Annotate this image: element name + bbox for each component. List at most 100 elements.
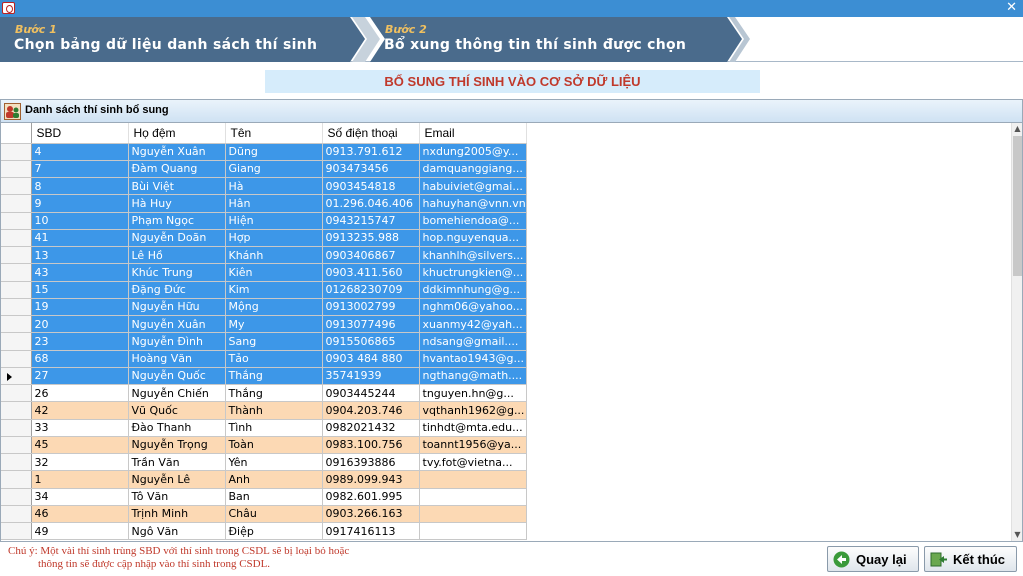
- table-row[interactable]: 34 Tô Văn Ban 0982.601.995: [1, 488, 527, 506]
- cell-sbd[interactable]: 43: [31, 263, 129, 282]
- cell-sbd[interactable]: 45: [31, 436, 129, 455]
- cell-sbd[interactable]: 23: [31, 332, 129, 351]
- cell-email[interactable]: nghm06@yahoo...: [419, 298, 527, 317]
- row-header[interactable]: [1, 298, 32, 317]
- cell-email[interactable]: [419, 522, 527, 541]
- table-row[interactable]: 9 Hà Huy Hân 01.296.046.406 hahuyhan@vnn.vn: [1, 194, 527, 213]
- cell-sbd[interactable]: 46: [31, 505, 129, 524]
- row-header[interactable]: [1, 160, 32, 179]
- cell-sbd[interactable]: 41: [31, 229, 129, 248]
- cell-ten[interactable]: Thắng: [225, 367, 323, 386]
- table-row[interactable]: 23 Nguyễn Đình Sang 0915506865 ndsang@gmail.…: [1, 332, 527, 351]
- table-row[interactable]: 10 Phạm Ngọc Hiện 0943215747 bomehiendoa@...: [1, 212, 527, 230]
- cell-phone[interactable]: 0903.411.560: [322, 263, 420, 282]
- row-header[interactable]: [1, 143, 32, 161]
- cell-email[interactable]: toannt1956@ya...: [419, 436, 527, 455]
- column-header-phone[interactable]: Số điện thoại: [322, 123, 420, 144]
- cell-phone[interactable]: 0913.791.612: [322, 143, 420, 161]
- cell-email[interactable]: ndsang@gmail....: [419, 332, 527, 351]
- scroll-down-icon[interactable]: ▼: [1012, 529, 1023, 541]
- scroll-up-icon[interactable]: ▲: [1012, 123, 1023, 135]
- cell-phone[interactable]: 0904.203.746: [322, 401, 420, 420]
- cell-sbd[interactable]: 10: [31, 212, 129, 230]
- cell-ten[interactable]: Thắng: [225, 384, 323, 403]
- cell-sbd[interactable]: 26: [31, 384, 129, 403]
- row-header[interactable]: [1, 350, 32, 368]
- cell-email[interactable]: [419, 505, 527, 524]
- scroll-thumb[interactable]: [1013, 136, 1022, 276]
- table-row[interactable]: 26 Nguyễn Chiến Thắng 0903445244 tnguyen.hn@…: [1, 384, 527, 403]
- cell-ten[interactable]: Dũng: [225, 143, 323, 161]
- cell-ho-dem[interactable]: Tô Văn: [128, 488, 226, 506]
- cell-ten[interactable]: Hiện: [225, 212, 323, 230]
- cell-sbd[interactable]: 34: [31, 488, 129, 506]
- cell-sbd[interactable]: 32: [31, 453, 129, 472]
- table-row[interactable]: 68 Hoàng Văn Tảo 0903 484 880 hvantao1943@g.…: [1, 350, 527, 368]
- cell-phone[interactable]: 35741939: [322, 367, 420, 386]
- table-row[interactable]: 46 Trịnh Minh Châu 0903.266.163: [1, 505, 527, 524]
- cell-ho-dem[interactable]: Nguyễn Trọng: [128, 436, 226, 455]
- cell-email[interactable]: nxdung2005@y...: [419, 143, 527, 161]
- cell-ten[interactable]: Hợp: [225, 229, 323, 248]
- column-header-email[interactable]: Email: [419, 123, 527, 144]
- row-header[interactable]: [1, 177, 32, 196]
- row-header[interactable]: [1, 315, 32, 334]
- cell-ho-dem[interactable]: Đào Thanh: [128, 419, 226, 437]
- cell-phone[interactable]: 0983.100.756: [322, 436, 420, 455]
- vertical-scrollbar[interactable]: ▲ ▼: [1011, 123, 1022, 541]
- cell-phone[interactable]: 0913235.988: [322, 229, 420, 248]
- cell-email[interactable]: tnguyen.hn@g...: [419, 384, 527, 403]
- cell-ten[interactable]: My: [225, 315, 323, 334]
- cell-ho-dem[interactable]: Nguyễn Đình: [128, 332, 226, 351]
- cell-sbd[interactable]: 15: [31, 281, 129, 299]
- cell-email[interactable]: [419, 488, 527, 506]
- cell-ho-dem[interactable]: Nguyễn Lê: [128, 470, 226, 489]
- finish-button[interactable]: Kết thúc: [924, 546, 1017, 572]
- table-row[interactable]: 43 Khúc Trung Kiên 0903.411.560 khuctrungkie…: [1, 263, 527, 282]
- cell-phone[interactable]: 0903.266.163: [322, 505, 420, 524]
- cell-ho-dem[interactable]: Bùi Việt: [128, 177, 226, 196]
- table-row[interactable]: 49 Ngô Văn Điệp 0917416113: [1, 522, 527, 541]
- cell-sbd[interactable]: 7: [31, 160, 129, 179]
- cell-ten[interactable]: Anh: [225, 470, 323, 489]
- cell-sbd[interactable]: 68: [31, 350, 129, 368]
- cell-email[interactable]: hvantao1943@g...: [419, 350, 527, 368]
- cell-phone[interactable]: 0913077496: [322, 315, 420, 334]
- data-grid[interactable]: SBD Họ đệm Tên Số điện thoại Email 4 Nguy…: [1, 123, 1011, 541]
- cell-ten[interactable]: Điệp: [225, 522, 323, 541]
- cell-phone[interactable]: 0903445244: [322, 384, 420, 403]
- cell-ten[interactable]: Ban: [225, 488, 323, 506]
- cell-sbd[interactable]: 33: [31, 419, 129, 437]
- cell-sbd[interactable]: 49: [31, 522, 129, 541]
- row-header[interactable]: [1, 384, 32, 403]
- cell-phone[interactable]: 0917416113: [322, 522, 420, 541]
- cell-phone[interactable]: 0982021432: [322, 419, 420, 437]
- row-header[interactable]: [1, 281, 32, 299]
- column-header-sbd[interactable]: SBD: [31, 123, 129, 144]
- cell-ho-dem[interactable]: Vũ Quốc: [128, 401, 226, 420]
- cell-email[interactable]: hahuyhan@vnn.vn: [419, 194, 527, 213]
- cell-email[interactable]: tinhdt@mta.edu...: [419, 419, 527, 437]
- cell-email[interactable]: khanhlh@silvers...: [419, 246, 527, 265]
- cell-phone[interactable]: 01268230709: [322, 281, 420, 299]
- cell-ho-dem[interactable]: Nguyễn Hữu: [128, 298, 226, 317]
- cell-ho-dem[interactable]: Nguyễn Xuân: [128, 143, 226, 161]
- cell-ten[interactable]: Yên: [225, 453, 323, 472]
- cell-phone[interactable]: 0982.601.995: [322, 488, 420, 506]
- table-row[interactable]: 33 Đào Thanh Tình 0982021432 tinhdt@mta.edu.…: [1, 419, 527, 437]
- cell-email[interactable]: damquanggiang...: [419, 160, 527, 179]
- current-row-indicator[interactable]: [1, 367, 32, 386]
- cell-ho-dem[interactable]: Đặng Đức: [128, 281, 226, 299]
- row-header[interactable]: [1, 246, 32, 265]
- cell-ho-dem[interactable]: Hà Huy: [128, 194, 226, 213]
- row-header[interactable]: [1, 436, 32, 455]
- cell-email[interactable]: bomehiendoa@...: [419, 212, 527, 230]
- table-row[interactable]: 4 Nguyễn Xuân Dũng 0913.791.612 nxdung2005@y…: [1, 143, 527, 161]
- cell-email[interactable]: habuiviet@gmai...: [419, 177, 527, 196]
- row-header[interactable]: [1, 470, 32, 489]
- table-row[interactable]: 13 Lê Hồ Khánh 0903406867 khanhlh@silvers...: [1, 246, 527, 265]
- cell-sbd[interactable]: 19: [31, 298, 129, 317]
- row-header[interactable]: [1, 453, 32, 472]
- row-header[interactable]: [1, 229, 32, 248]
- row-header[interactable]: [1, 212, 32, 230]
